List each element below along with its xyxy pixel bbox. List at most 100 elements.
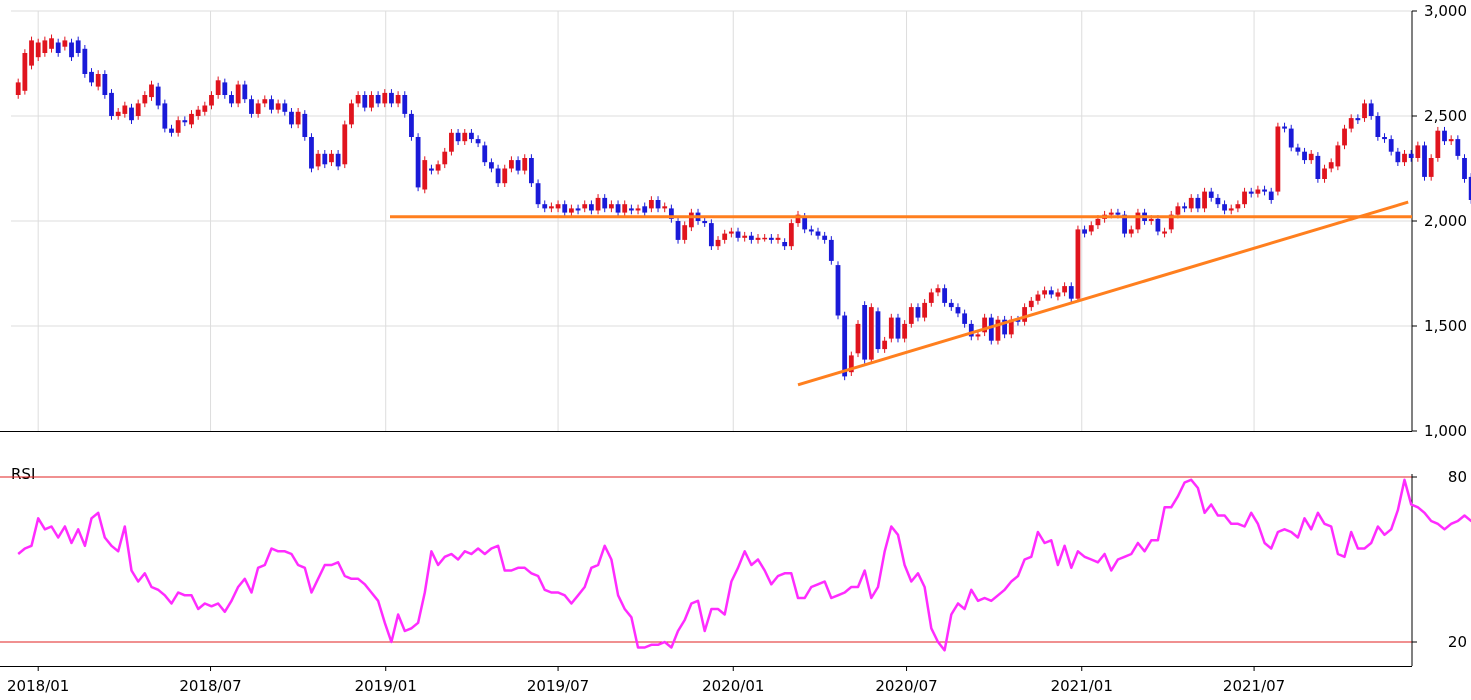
- x-tick-label: 2020/07: [875, 677, 937, 695]
- candle-body: [29, 40, 34, 66]
- candle-body: [1128, 229, 1134, 234]
- candle-body: [382, 92, 388, 104]
- candle-body: [1222, 204, 1227, 211]
- candle-body: [782, 242, 788, 247]
- candle-body: [1382, 137, 1387, 140]
- candle-body: [82, 48, 88, 74]
- candle-body: [435, 164, 441, 171]
- candle-body: [1188, 197, 1194, 209]
- candle-body: [482, 145, 488, 163]
- candle-body: [822, 235, 828, 240]
- candle-body: [995, 319, 1001, 341]
- candle-body: [842, 315, 848, 377]
- candle-body: [1435, 130, 1441, 158]
- candle-body: [908, 307, 914, 324]
- candle-body: [422, 160, 428, 190]
- candle-body: [1182, 206, 1187, 209]
- candle-body: [648, 200, 654, 209]
- candle-body: [295, 111, 301, 125]
- candle-body: [1062, 286, 1068, 293]
- candle-body: [715, 239, 721, 247]
- candle-body: [675, 221, 681, 240]
- candle-body: [189, 113, 194, 125]
- candle-body: [475, 139, 481, 144]
- candle-body: [888, 317, 894, 339]
- candle-body: [1042, 290, 1048, 295]
- candle-body: [1282, 126, 1287, 129]
- candle-body: [828, 239, 834, 261]
- x-tick-label: 2019/07: [527, 677, 589, 695]
- x-tick-label: 2019/01: [355, 677, 417, 695]
- candle-body: [409, 113, 414, 137]
- candle-body: [748, 235, 754, 240]
- candle-body: [588, 204, 594, 211]
- candle-body: [1215, 197, 1221, 205]
- candle-body: [489, 162, 494, 169]
- candle-body: [575, 208, 581, 211]
- candle-body: [289, 111, 294, 125]
- candle-body: [628, 208, 634, 211]
- candle-body: [1195, 197, 1201, 209]
- candle-body: [102, 74, 108, 95]
- candle-body: [962, 313, 968, 324]
- candle-body: [1415, 145, 1421, 158]
- candle-body: [895, 317, 901, 339]
- candle-body: [209, 95, 214, 106]
- candle-body: [762, 237, 768, 240]
- candle-body: [549, 206, 554, 209]
- candle-body: [235, 84, 241, 104]
- candle-body: [582, 204, 588, 209]
- candle-body: [1368, 103, 1374, 116]
- candle-body: [255, 103, 261, 114]
- candle-body: [129, 107, 134, 121]
- candle-body: [1422, 145, 1427, 177]
- candle-body: [122, 105, 128, 114]
- candle-body: [369, 95, 374, 108]
- candle-body: [922, 302, 928, 318]
- x-axis: 2018/01 2018/07 2019/01 2019/07 2020/01 2020/…: [7, 666, 1285, 695]
- candle-body: [1228, 208, 1234, 211]
- candle-body: [975, 334, 981, 337]
- x-tick-label: 2018/01: [7, 677, 69, 695]
- candle-body: [15, 82, 21, 95]
- candle-body: [175, 120, 181, 133]
- candle-body: [768, 237, 774, 240]
- candle-body: [568, 208, 574, 213]
- candle-body: [42, 40, 48, 53]
- candle-body: [395, 95, 401, 104]
- candle-body: [1348, 118, 1354, 129]
- candle-body: [349, 103, 354, 125]
- candle-body: [402, 95, 408, 114]
- candle-body: [469, 132, 474, 140]
- candle-body: [1262, 189, 1267, 192]
- rsi-title: RSI: [11, 465, 35, 483]
- candle-body: [1155, 218, 1161, 232]
- candle-body: [635, 208, 641, 211]
- candle-body: [1048, 290, 1054, 295]
- candle-body: [835, 265, 841, 316]
- candle-body: [1428, 158, 1434, 177]
- candle-body: [249, 99, 254, 114]
- candle-body: [1115, 212, 1121, 215]
- candle-body: [155, 86, 161, 106]
- candle-body: [1275, 126, 1281, 192]
- candle-body: [1308, 153, 1314, 161]
- candle-body: [322, 153, 328, 165]
- candle-body: [1135, 212, 1141, 230]
- candle-body: [1028, 300, 1034, 308]
- candle-body: [389, 92, 394, 104]
- rsi-line: [17, 478, 1471, 652]
- candle-body: [1408, 153, 1414, 158]
- candle-body: [1442, 130, 1447, 142]
- candle-body: [1302, 151, 1307, 161]
- candle-body: [75, 40, 81, 53]
- candle-body: [722, 233, 728, 240]
- candle-body: [955, 307, 961, 314]
- candle-body: [1462, 158, 1467, 179]
- price-tick-label: 2,500: [1424, 107, 1467, 125]
- candle-body: [302, 113, 308, 137]
- candle-body: [142, 95, 148, 104]
- candle-body: [1088, 225, 1094, 232]
- candle-body: [182, 120, 188, 123]
- candle-body: [755, 237, 761, 240]
